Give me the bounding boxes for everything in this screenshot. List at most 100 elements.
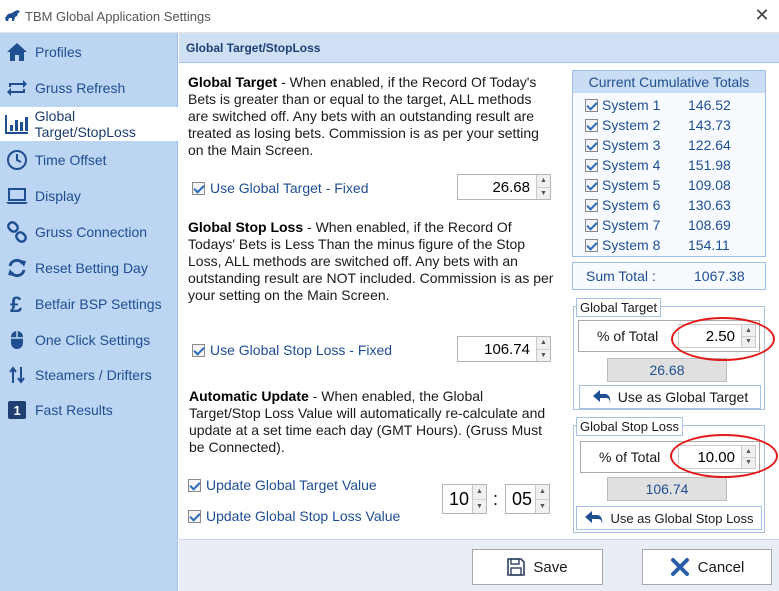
arrow-down-icon[interactable]: ▼ (473, 499, 486, 513)
arrow-down-icon[interactable]: ▼ (536, 499, 549, 513)
use-global-target-checkbox[interactable]: Use Global Target - Fixed (192, 180, 368, 196)
sidebar: Profiles Gruss Refresh Global Target/Sto… (0, 33, 178, 591)
sidebar-item-label: Fast Results (35, 402, 113, 418)
arrow-up-icon[interactable]: ▲ (537, 337, 550, 350)
stepper-value: 10 (448, 488, 469, 509)
close-icon[interactable]: ✕ (753, 6, 771, 24)
svg-text:£: £ (10, 293, 23, 315)
pound-icon: £ (4, 291, 30, 317)
stoploss-computed-value: 106.74 (607, 477, 727, 501)
stepper-arrows[interactable]: ▲ ▼ (536, 337, 550, 361)
sidebar-item-global-target-stoploss[interactable]: Global Target/StopLoss (0, 107, 178, 141)
arrow-up-icon[interactable]: ▲ (742, 325, 755, 337)
system-name: System 3 (602, 137, 661, 153)
checkbox-checked[interactable] (585, 98, 598, 112)
checkbox-checked[interactable] (585, 218, 598, 232)
main-panel: Global Target/StopLoss Global Target - W… (179, 33, 779, 539)
checkbox-checked[interactable] (585, 178, 598, 192)
global-target-value-stepper[interactable]: 26.68 ▲ ▼ (457, 174, 551, 200)
cancel-button[interactable]: Cancel (642, 549, 772, 585)
system-row[interactable]: System 2 143.73 (573, 115, 765, 135)
stoploss-percent-stepper[interactable]: 10.00 ▲ ▼ (678, 445, 756, 469)
checkbox-checked[interactable] (188, 478, 201, 492)
time-separator: : (493, 489, 499, 509)
system-row[interactable]: System 7 108.69 (573, 215, 765, 235)
link-icon (4, 219, 30, 245)
stepper-arrows[interactable]: ▲ ▼ (741, 446, 755, 468)
sidebar-item-betfair-bsp-settings[interactable]: £ Betfair BSP Settings (0, 287, 178, 321)
system-name: System 8 (602, 237, 661, 253)
stepper-arrows[interactable]: ▲ ▼ (472, 485, 486, 513)
system-row[interactable]: System 8 154.11 (573, 235, 765, 255)
update-hour-stepper[interactable]: 10 ▲ ▼ (442, 484, 487, 514)
system-row[interactable]: System 4 151.98 (573, 155, 765, 175)
arrow-down-icon[interactable]: ▼ (742, 336, 755, 347)
sidebar-item-fast-results[interactable]: 1 Fast Results (0, 393, 178, 427)
arrow-up-icon[interactable]: ▲ (536, 485, 549, 500)
clock-icon (4, 147, 30, 173)
checkbox-checked[interactable] (192, 343, 205, 357)
refresh-arrows-icon (4, 75, 30, 101)
save-button[interactable]: Save (472, 549, 603, 585)
sidebar-item-time-offset[interactable]: Time Offset (0, 143, 178, 177)
arrow-up-icon[interactable]: ▲ (742, 446, 755, 458)
arrow-down-icon[interactable]: ▼ (537, 187, 550, 199)
arrow-down-icon[interactable]: ▼ (537, 349, 550, 361)
checkbox-label: Update Global Stop Loss Value (206, 508, 401, 524)
use-as-global-target-button[interactable]: Use as Global Target (579, 385, 761, 409)
percent-label: % of Total (597, 328, 659, 344)
system-row[interactable]: System 6 130.63 (573, 195, 765, 215)
checkbox-checked[interactable] (585, 138, 598, 152)
checkbox-checked[interactable] (188, 509, 201, 523)
stepper-arrows[interactable]: ▲ ▼ (741, 325, 755, 347)
checkbox-checked[interactable] (585, 238, 598, 252)
stepper-arrows[interactable]: ▲ ▼ (535, 485, 549, 513)
stepper-value: 26.68 (492, 178, 530, 196)
system-value: 122.64 (688, 137, 731, 153)
checkbox-checked[interactable] (192, 181, 205, 195)
stepper-value: 2.50 (705, 327, 735, 345)
system-value: 154.11 (688, 237, 730, 253)
checkbox-checked[interactable] (585, 198, 598, 212)
use-global-stoploss-checkbox[interactable]: Use Global Stop Loss - Fixed (192, 342, 392, 358)
global-stoploss-group: Global Stop Loss % of Total 10.00 ▲ ▼ 106… (573, 417, 765, 533)
target-percent-stepper[interactable]: 2.50 ▲ ▼ (678, 324, 756, 348)
sidebar-item-reset-betting-day[interactable]: Reset Betting Day (0, 251, 178, 285)
sum-total-value: 1067.38 (694, 268, 745, 284)
update-global-target-checkbox[interactable]: Update Global Target Value (188, 477, 377, 493)
arrow-up-icon[interactable]: ▲ (537, 175, 550, 188)
home-icon (4, 39, 30, 65)
global-stoploss-value-stepper[interactable]: 106.74 ▲ ▼ (457, 336, 551, 362)
stepper-arrows[interactable]: ▲ ▼ (536, 175, 550, 199)
sidebar-item-steamers-drifters[interactable]: Steamers / Drifters (0, 358, 178, 392)
sidebar-item-profiles[interactable]: Profiles (0, 35, 178, 69)
system-name: System 2 (602, 117, 661, 133)
system-name: System 6 (602, 197, 661, 213)
sidebar-item-label: Gruss Connection (35, 224, 148, 240)
arrow-down-icon[interactable]: ▼ (742, 457, 755, 468)
cumulative-totals-panel: Current Cumulative Totals System 1 146.52… (572, 70, 766, 257)
automatic-update-description: Automatic Update - When enabled, the Glo… (189, 388, 555, 456)
system-row[interactable]: System 1 146.52 (573, 95, 765, 115)
system-row[interactable]: System 3 122.64 (573, 135, 765, 155)
sum-total-label: Sum Total : (586, 268, 656, 284)
system-value: 151.98 (688, 157, 731, 173)
sidebar-item-gruss-connection[interactable]: Gruss Connection (0, 215, 178, 249)
system-row[interactable]: System 5 109.08 (573, 175, 765, 195)
checkbox-checked[interactable] (585, 158, 598, 172)
back-arrow-icon (592, 390, 611, 404)
stepper-value: 05 (511, 488, 532, 509)
sidebar-item-one-click-settings[interactable]: One Click Settings (0, 323, 178, 357)
update-global-stoploss-checkbox[interactable]: Update Global Stop Loss Value (188, 508, 400, 524)
sidebar-item-label: Reset Betting Day (35, 260, 148, 276)
update-minute-stepper[interactable]: 05 ▲ ▼ (505, 484, 550, 514)
sidebar-item-display[interactable]: Display (0, 179, 178, 213)
checkbox-checked[interactable] (585, 118, 598, 132)
group-legend: Global Stop Loss (576, 417, 684, 436)
up-down-arrows-icon (4, 362, 30, 388)
use-as-global-stoploss-button[interactable]: Use as Global Stop Loss (576, 506, 762, 530)
panel-header: Global Target/StopLoss (179, 33, 779, 63)
sidebar-item-gruss-refresh[interactable]: Gruss Refresh (0, 71, 178, 105)
arrow-up-icon[interactable]: ▲ (473, 485, 486, 500)
global-target-heading: Global Target (188, 74, 278, 90)
